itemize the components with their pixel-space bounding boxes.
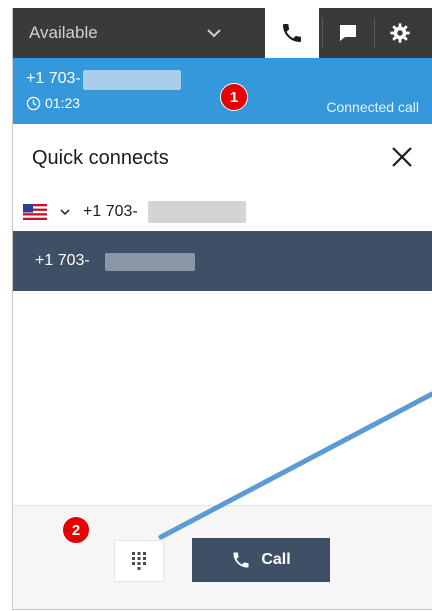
redacted-number: [148, 201, 246, 223]
phone-number-entry: +1 703-: [23, 201, 323, 225]
tab-divider: [322, 18, 323, 48]
caller-number: +1 703-: [26, 70, 81, 87]
annotation-badge-2: 2: [62, 516, 90, 544]
call-button-label: Call: [261, 551, 291, 568]
phone-icon: [233, 552, 249, 568]
phone-number-prefix: +1 703-: [83, 203, 138, 220]
phone-icon: [283, 24, 301, 42]
close-icon[interactable]: [389, 144, 415, 170]
top-bar: Available: [13, 8, 432, 58]
gear-icon: [390, 23, 410, 43]
dialpad-icon: [132, 552, 146, 570]
chat-icon: [340, 25, 356, 41]
agent-status-dropdown[interactable]: Available: [13, 8, 257, 58]
redacted-number: [105, 253, 195, 271]
clock-icon: [26, 96, 41, 110]
call-state-label: Connected call: [326, 99, 419, 115]
annotation-badge-1: 1: [220, 83, 248, 111]
quick-connect-item[interactable]: +1 703-: [13, 231, 432, 291]
quick-connect-number: +1 703-: [35, 252, 90, 269]
chevron-down-icon[interactable]: [59, 206, 71, 218]
tab-divider: [374, 18, 375, 48]
tab-phone[interactable]: [265, 8, 319, 58]
quick-connects-title: Quick connects: [32, 147, 169, 169]
tab-chat[interactable]: [325, 8, 371, 58]
tab-settings[interactable]: [377, 8, 423, 58]
call-button[interactable]: Call: [192, 538, 330, 582]
dialpad-button[interactable]: [114, 540, 164, 582]
call-timer-value: 01:23: [45, 95, 81, 111]
chevron-down-icon: [207, 29, 221, 38]
call-timer: 01:23: [26, 95, 80, 111]
agent-status-label: Available: [29, 23, 98, 42]
us-flag-icon[interactable]: [23, 204, 47, 220]
redacted-number: [83, 70, 181, 90]
